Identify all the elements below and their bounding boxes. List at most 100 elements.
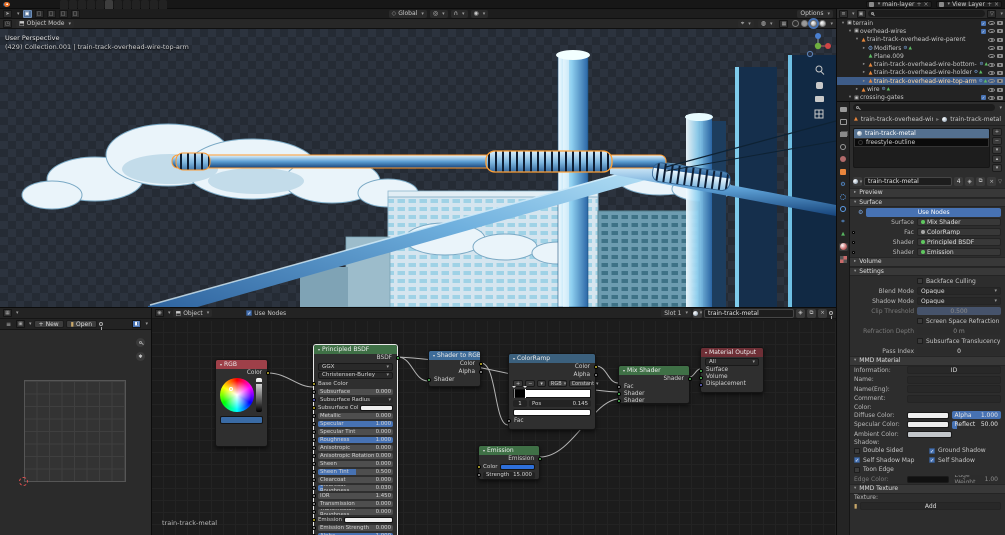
edge-weight-slider[interactable]: Edge Weight 1.00 bbox=[951, 475, 1001, 484]
bsdf-input-row[interactable]: Anisotropic Anisotropic0.000 Anisotropic… bbox=[311, 444, 397, 452]
input-socket[interactable] bbox=[476, 473, 481, 477]
zoom-icon[interactable] bbox=[136, 338, 145, 347]
browse-material-button[interactable]: ▾ bbox=[692, 308, 702, 318]
select-mode-new[interactable]: □ bbox=[34, 9, 44, 18]
refraction-depth-field[interactable]: 0 m bbox=[917, 327, 1001, 335]
input-socket[interactable] bbox=[311, 414, 316, 418]
workspace-tab[interactable] bbox=[60, 0, 68, 9]
output-socket[interactable] bbox=[395, 356, 400, 360]
shading-material-preview[interactable] bbox=[810, 20, 818, 27]
value-slider[interactable]: Clearcoat Roughness 0.030 bbox=[318, 484, 393, 492]
input-socket[interactable] bbox=[506, 419, 511, 423]
outliner-row[interactable]: overhead-wires ⚙▲ ✓ bbox=[837, 27, 1005, 35]
fake-user-button[interactable]: ◈ bbox=[796, 308, 805, 318]
bsdf-input-row[interactable]: Subsurface Col Subsurface Col Subsurface… bbox=[311, 404, 397, 412]
backface-culling-checkbox[interactable] bbox=[917, 278, 923, 284]
workspace-tab[interactable] bbox=[105, 0, 113, 9]
link-value-field[interactable]: Mix Shader bbox=[917, 218, 1001, 226]
users-count[interactable]: 4 bbox=[954, 177, 964, 186]
pass-index-field[interactable]: 0 bbox=[917, 347, 1001, 355]
value-slider[interactable]: Specular Tint 0.000 bbox=[318, 428, 393, 436]
shadow-mode-dropdown[interactable]: Opaque ▾ bbox=[917, 297, 1001, 305]
link-value-field[interactable]: Principled BSDF bbox=[917, 238, 1001, 246]
output-socket[interactable] bbox=[478, 370, 483, 374]
mmd-name-field[interactable] bbox=[907, 375, 1001, 384]
tab-material[interactable] bbox=[838, 242, 848, 251]
input-socket[interactable] bbox=[616, 385, 621, 389]
panel-surface[interactable]: ▾ Surface bbox=[850, 197, 1005, 207]
render-camera-toggle[interactable] bbox=[997, 87, 1003, 92]
workspace-tab[interactable] bbox=[69, 0, 77, 9]
specular-color-swatch[interactable] bbox=[907, 421, 949, 429]
use-nodes-checkbox[interactable]: ✓ bbox=[246, 310, 253, 317]
ground-shadow-checkbox[interactable]: ✓ bbox=[929, 447, 935, 454]
color-ramp-bar[interactable] bbox=[512, 386, 591, 398]
ramp-stop-active[interactable] bbox=[523, 386, 528, 398]
stop-color-swatch[interactable] bbox=[513, 409, 591, 416]
render-camera-toggle[interactable] bbox=[997, 95, 1003, 100]
use-nodes-button[interactable]: Use Nodes bbox=[866, 207, 1001, 217]
add-slot-button[interactable]: + bbox=[992, 128, 1002, 136]
viewport-3d[interactable]: User Perspective (429) Collection.001 | … bbox=[0, 29, 836, 307]
collection-render-checkbox[interactable]: ✓ bbox=[981, 95, 986, 101]
gizmo-dropdown[interactable]: ⌖ ▾ bbox=[737, 19, 754, 28]
breadcrumb-material[interactable]: train-track-metal bbox=[950, 116, 1001, 123]
toon-edge-checkbox[interactable] bbox=[854, 466, 860, 473]
render-camera-toggle[interactable] bbox=[997, 21, 1003, 26]
node-colorramp[interactable]: ▾ ColorRamp Color Alpha + − ▾ RGB ▾ Consta… bbox=[506, 353, 599, 430]
mode-dropdown[interactable]: ⬒ Object Mode ▾ bbox=[16, 19, 74, 28]
panel-mmd-material[interactable]: ▾ MMD Material bbox=[850, 356, 1005, 366]
bsdf-input-row[interactable]: Anisotropic Rotation Anisotropic Rotatio… bbox=[311, 452, 397, 460]
filter-icon[interactable]: ▽ bbox=[987, 9, 997, 18]
input-socket[interactable] bbox=[311, 406, 316, 410]
render-camera-toggle[interactable] bbox=[997, 54, 1003, 59]
value-slider[interactable]: Sheen Tint 0.500 bbox=[318, 468, 393, 476]
node-shader-to-rgb[interactable]: ▾ Shader to RGB Color Alpha Shader bbox=[426, 350, 483, 387]
ramp-specials-button[interactable]: ▾ bbox=[537, 380, 546, 387]
diffuse-color-swatch[interactable] bbox=[907, 411, 949, 419]
self-shadow-checkbox[interactable]: ✓ bbox=[929, 457, 935, 464]
tab-data[interactable]: ▲ bbox=[839, 230, 848, 238]
fake-user-button[interactable]: ◈ bbox=[965, 177, 975, 186]
select-mode-extend[interactable]: □ bbox=[46, 9, 56, 18]
new-image-button[interactable]: + New bbox=[33, 320, 64, 328]
input-socket[interactable] bbox=[311, 502, 316, 506]
tab-particles[interactable] bbox=[839, 193, 848, 201]
snap-toggle[interactable]: ∩ ▾ bbox=[450, 9, 468, 18]
outliner-row[interactable]: Modifiers ⚙▲ ✓ bbox=[837, 44, 1005, 52]
display-mode-icon[interactable]: ≡ bbox=[839, 9, 848, 18]
tab-object[interactable] bbox=[839, 168, 848, 176]
select-box-tool[interactable]: ▣ bbox=[22, 9, 32, 18]
output-socket[interactable] bbox=[593, 373, 598, 377]
panel-volume[interactable]: ▸ Volume bbox=[850, 257, 1005, 267]
options-dropdown[interactable]: Options ▾ bbox=[797, 9, 834, 18]
pin-icon[interactable] bbox=[829, 311, 833, 319]
bsdf-input-row[interactable]: Emission Strength Emission Strength0.000… bbox=[311, 524, 397, 532]
input-socket[interactable] bbox=[311, 510, 316, 514]
render-camera-toggle[interactable] bbox=[997, 37, 1003, 42]
hide-eye-toggle[interactable] bbox=[988, 37, 995, 42]
tab-view-layer[interactable] bbox=[839, 130, 848, 138]
output-socket[interactable] bbox=[687, 377, 692, 381]
collection-render-checkbox[interactable]: ✓ bbox=[981, 28, 986, 34]
tab-texture[interactable] bbox=[839, 255, 848, 263]
input-socket[interactable] bbox=[311, 478, 316, 482]
render-camera-toggle[interactable] bbox=[997, 70, 1003, 75]
breadcrumb-object[interactable]: train-track-overhead-wire-top-arm bbox=[861, 116, 933, 123]
stop-index-field[interactable]: 1 bbox=[513, 400, 527, 407]
input-socket[interactable] bbox=[698, 368, 703, 373]
material-name-field[interactable]: train-track-metal bbox=[864, 177, 953, 186]
workspace-tab[interactable] bbox=[96, 0, 104, 9]
bsdf-input-row[interactable]: Metallic Metallic0.000 Metallic▾ Metalli… bbox=[311, 412, 397, 420]
workspace-tab[interactable] bbox=[150, 0, 158, 9]
unlink-material-button[interactable]: × bbox=[818, 308, 827, 318]
node-emission-header[interactable]: ▾ Emission bbox=[479, 446, 539, 455]
scene-selector[interactable]: ▾ main-layer + × bbox=[865, 0, 932, 8]
add-view-layer-icon[interactable]: + bbox=[987, 1, 992, 8]
bsdf-input-row[interactable]: Transmission Roughness Transmission Roug… bbox=[311, 508, 397, 516]
ramp-stop[interactable] bbox=[512, 386, 516, 398]
input-socket[interactable] bbox=[311, 470, 316, 474]
value-slider[interactable]: Transmission 0.000 bbox=[318, 500, 393, 508]
workspace-tab[interactable] bbox=[141, 0, 149, 9]
unlink-scene-icon[interactable]: × bbox=[924, 1, 929, 8]
